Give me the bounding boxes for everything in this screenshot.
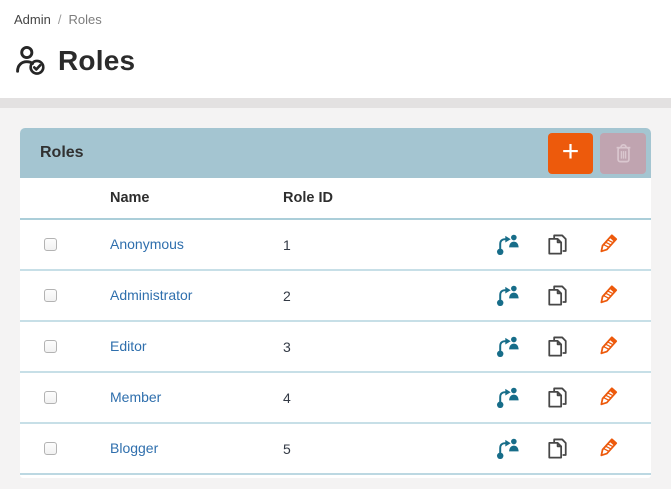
breadcrumb-admin-link[interactable]: Admin bbox=[14, 12, 51, 27]
role-name-link[interactable]: Blogger bbox=[110, 440, 158, 456]
copy-icon[interactable] bbox=[545, 283, 570, 308]
copy-icon[interactable] bbox=[545, 385, 570, 410]
row-select-checkbox[interactable] bbox=[44, 238, 57, 251]
row-select-checkbox[interactable] bbox=[44, 442, 57, 455]
user-check-icon bbox=[14, 44, 47, 77]
delete-selected-button[interactable] bbox=[600, 133, 646, 174]
user-permissions-icon[interactable] bbox=[495, 334, 520, 359]
breadcrumb: Admin / Roles bbox=[14, 12, 657, 27]
add-role-button[interactable]: + bbox=[548, 133, 593, 174]
copy-icon[interactable] bbox=[545, 436, 570, 461]
user-permissions-icon[interactable] bbox=[495, 436, 520, 461]
column-header-role-id: Role ID bbox=[283, 190, 461, 206]
role-id-value: 2 bbox=[283, 288, 461, 304]
role-id-value: 1 bbox=[283, 237, 461, 253]
trash-icon bbox=[611, 141, 636, 166]
user-permissions-icon[interactable] bbox=[495, 283, 520, 308]
panel-header: Roles + bbox=[20, 128, 651, 178]
table-row: Editor 3 bbox=[20, 322, 651, 373]
user-permissions-icon[interactable] bbox=[495, 232, 520, 257]
role-id-value: 5 bbox=[283, 441, 461, 457]
page-title: Roles bbox=[58, 45, 135, 77]
panel-title: Roles bbox=[40, 144, 548, 162]
edit-icon[interactable] bbox=[595, 283, 620, 308]
roles-panel: Roles + Name Role ID Anonymous 1 Adminis… bbox=[20, 128, 651, 478]
edit-icon[interactable] bbox=[595, 334, 620, 359]
row-select-checkbox[interactable] bbox=[44, 391, 57, 404]
table-row: Blogger 5 bbox=[20, 424, 651, 475]
role-name-link[interactable]: Member bbox=[110, 389, 161, 405]
table-row: Anonymous 1 bbox=[20, 220, 651, 271]
breadcrumb-separator: / bbox=[58, 12, 62, 27]
role-name-link[interactable]: Editor bbox=[110, 338, 147, 354]
copy-icon[interactable] bbox=[545, 232, 570, 257]
table-header-row: Name Role ID bbox=[20, 178, 651, 220]
row-select-checkbox[interactable] bbox=[44, 340, 57, 353]
breadcrumb-current: Roles bbox=[68, 12, 101, 27]
role-id-value: 3 bbox=[283, 339, 461, 355]
edit-icon[interactable] bbox=[595, 436, 620, 461]
page-header: Admin / Roles Roles bbox=[0, 0, 671, 108]
edit-icon[interactable] bbox=[595, 385, 620, 410]
role-name-link[interactable]: Administrator bbox=[110, 287, 192, 303]
edit-icon[interactable] bbox=[595, 232, 620, 257]
user-permissions-icon[interactable] bbox=[495, 385, 520, 410]
role-id-value: 4 bbox=[283, 390, 461, 406]
column-header-name: Name bbox=[110, 190, 283, 206]
table-row: Member 4 bbox=[20, 373, 651, 424]
copy-icon[interactable] bbox=[545, 334, 570, 359]
role-name-link[interactable]: Anonymous bbox=[110, 236, 184, 252]
table-row: Administrator 2 bbox=[20, 271, 651, 322]
row-select-checkbox[interactable] bbox=[44, 289, 57, 302]
